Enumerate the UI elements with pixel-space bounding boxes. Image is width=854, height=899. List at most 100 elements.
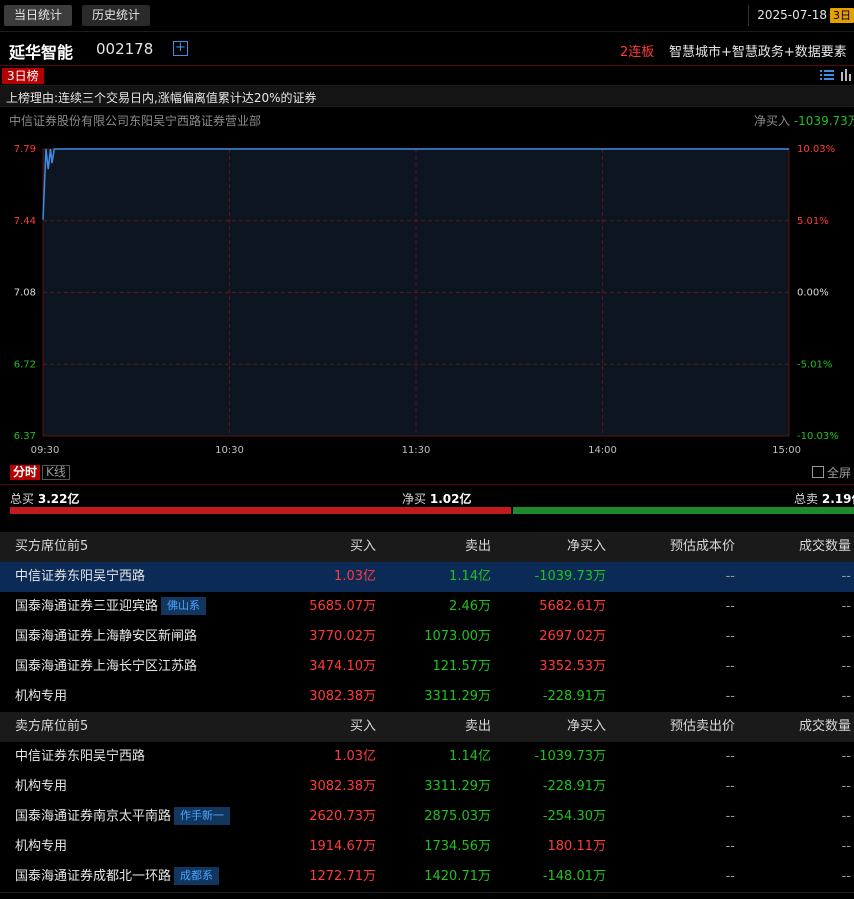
buy-ratio-bar bbox=[10, 507, 512, 514]
sell-amount: 121.57万 bbox=[432, 659, 492, 674]
seat-name[interactable]: 国泰海通证券成都北一环路 成都系 bbox=[15, 862, 220, 892]
net-amount: 2697.02万 bbox=[539, 629, 606, 644]
sell-amount: 2.46万 bbox=[449, 599, 491, 614]
seat-name[interactable]: 机构专用 bbox=[15, 832, 67, 862]
total-sell-value: 2.19亿 bbox=[821, 492, 854, 506]
col-est-cost[interactable]: 预估成本价 bbox=[670, 532, 735, 562]
broker-net-buy: 净买入 -1039.73万 bbox=[754, 112, 854, 129]
table-row[interactable]: 国泰海通证券成都北一环路 成都系 1272.71万 1420.71万 -148.01万 -… bbox=[0, 862, 854, 892]
seat-name[interactable]: 中信证券东阳吴宁西路 bbox=[15, 562, 145, 592]
broker-row: 中信证券股份有限公司东阳吴宁西路证券营业部 净买入 -1039.73万 bbox=[0, 108, 854, 130]
volume: -- bbox=[841, 839, 851, 854]
stock-header: 延华智能 002178 + 2连板 智慧城市+智慧政务+数据要素 bbox=[0, 32, 854, 66]
seat-name[interactable]: 国泰海通证券南京太平南路 作手新一 bbox=[15, 802, 231, 832]
buy-amount: 1.03亿 bbox=[334, 749, 376, 764]
total-sell-label: 总卖 bbox=[794, 492, 819, 506]
volume: -- bbox=[841, 809, 851, 824]
table-row[interactable]: 国泰海通证券上海长宁区江苏路 3474.10万 121.57万 3352.53万 -- -… bbox=[0, 652, 854, 682]
date-selector[interactable]: 2025-07-18 3日 bbox=[748, 5, 854, 26]
table-row[interactable]: 中信证券东阳吴宁西路 1.03亿 1.14亿 -1039.73万 -- -- bbox=[0, 742, 854, 772]
seat-group-tag[interactable]: 作手新一 bbox=[174, 807, 231, 825]
est-price: -- bbox=[725, 869, 735, 884]
volume: -- bbox=[841, 779, 851, 794]
buy-amount: 3474.10万 bbox=[309, 659, 376, 674]
tab-today-stats[interactable]: 当日统计 bbox=[4, 5, 73, 26]
table-row[interactable]: 国泰海通证券南京太平南路 作手新一 2620.73万 2875.03万 -254.30万… bbox=[0, 802, 854, 832]
col-buy-seats: 买方席位前5 bbox=[15, 539, 89, 554]
total-buy: 总买 3.22亿 bbox=[10, 490, 79, 507]
listing-reason-row: 上榜理由:连续三个交易日内,涨幅偏离值累计达20%的证券 bbox=[0, 86, 854, 107]
total-net: 净买 1.02亿 bbox=[402, 490, 471, 507]
col-sell[interactable]: 卖出 bbox=[465, 532, 491, 562]
col-buy[interactable]: 买入 bbox=[350, 712, 376, 742]
table-row[interactable]: 机构专用 3082.38万 3311.29万 -228.91万 -- -- bbox=[0, 772, 854, 802]
seat-name[interactable]: 机构专用 bbox=[15, 772, 67, 802]
seat-name[interactable]: 国泰海通证券上海静安区新闸路 bbox=[15, 622, 197, 652]
buy-amount: 1914.67万 bbox=[309, 839, 376, 854]
date-value: 2025-07-18 bbox=[757, 8, 827, 22]
fullscreen-button[interactable]: 全屏 bbox=[812, 464, 851, 481]
buy-amount: 1.03亿 bbox=[334, 569, 376, 584]
seat-group-tag[interactable]: 佛山系 bbox=[161, 597, 207, 615]
buy-amount: 2620.73万 bbox=[309, 809, 376, 824]
col-est-sell-price[interactable]: 预估卖出价 bbox=[670, 712, 735, 742]
y-right-tick: 0.00% bbox=[797, 288, 829, 299]
seat-name[interactable]: 机构专用 bbox=[15, 682, 67, 712]
add-watchlist-icon[interactable]: + bbox=[173, 41, 188, 56]
volume: -- bbox=[841, 869, 851, 884]
est-price: -- bbox=[725, 779, 735, 794]
three-day-list-tag[interactable]: 3日榜 bbox=[2, 68, 44, 84]
table-row[interactable]: 机构专用 3082.38万 3311.29万 -228.91万 -- -- bbox=[0, 682, 854, 712]
table-row[interactable]: 中信证券东阳吴宁西路 1.03亿 1.14亿 -1039.73万 -- -- bbox=[0, 562, 854, 592]
col-buy[interactable]: 买入 bbox=[350, 532, 376, 562]
stock-name[interactable]: 延华智能 bbox=[9, 39, 73, 63]
seat-name[interactable]: 国泰海通证券上海长宁区江苏路 bbox=[15, 652, 197, 682]
tab-kline[interactable]: K线 bbox=[42, 465, 70, 480]
sell-amount: 1073.00万 bbox=[424, 629, 491, 644]
date-range-badge[interactable]: 3日 bbox=[830, 8, 854, 23]
seat-name-text: 国泰海通证券上海长宁区江苏路 bbox=[15, 659, 198, 674]
sell-amount: 1.14亿 bbox=[449, 749, 491, 764]
est-price: -- bbox=[725, 839, 735, 854]
est-price: -- bbox=[725, 569, 735, 584]
y-axis-left: 7.79 7.44 7.08 6.72 6.37 bbox=[14, 144, 36, 442]
col-net-buy[interactable]: 净买入 bbox=[567, 532, 606, 562]
seat-name[interactable]: 国泰海通证券三亚迎宾路 佛山系 bbox=[15, 592, 207, 622]
volume: -- bbox=[841, 569, 851, 584]
total-net-value: 1.02亿 bbox=[429, 492, 472, 506]
col-volume[interactable]: 成交数量 bbox=[799, 712, 851, 742]
list-view-icon[interactable] bbox=[820, 69, 834, 81]
tab-intraday[interactable]: 分时 bbox=[10, 465, 41, 480]
intraday-chart[interactable]: 7.79 7.44 7.08 6.72 6.37 10.03% 5.01% 0.00% -5.… bbox=[0, 138, 854, 460]
table-row[interactable]: 机构专用 1914.67万 1734.56万 180.11万 -- -- bbox=[0, 832, 854, 862]
seat-name-text: 国泰海通证券三亚迎宾路 bbox=[15, 599, 159, 614]
net-amount: -254.30万 bbox=[542, 809, 606, 824]
seat-name-text: 国泰海通证券上海静安区新闸路 bbox=[15, 629, 198, 644]
x-tick: 11:30 bbox=[402, 445, 431, 456]
sell-amount: 1420.71万 bbox=[424, 869, 491, 884]
seat-group-tag[interactable]: 成都系 bbox=[174, 867, 220, 885]
seat-name[interactable]: 中信证券东阳吴宁西路 bbox=[15, 742, 145, 772]
col-sell[interactable]: 卖出 bbox=[465, 712, 491, 742]
table-row[interactable]: 国泰海通证券三亚迎宾路 佛山系 5685.07万 2.46万 5682.61万 -- -- bbox=[0, 592, 854, 622]
y-right-tick: -10.03% bbox=[797, 431, 839, 442]
buy-table-header: 买方席位前5 买入 卖出 净买入 预估成本价 成交数量 bbox=[0, 532, 854, 562]
table-row[interactable]: 国泰海通证券上海静安区新闸路 3770.02万 1073.00万 2697.02万 --… bbox=[0, 622, 854, 652]
concept-tags[interactable]: 智慧城市+智慧政务+数据要素 bbox=[669, 41, 847, 60]
y-right-tick: -5.01% bbox=[797, 359, 832, 370]
net-amount: -228.91万 bbox=[542, 779, 606, 794]
seat-name-text: 机构专用 bbox=[15, 689, 68, 704]
total-net-label: 净买 bbox=[402, 492, 427, 506]
net-amount: 180.11万 bbox=[547, 839, 607, 854]
net-buy-value: -1039.73万 bbox=[793, 114, 854, 128]
buy-amount: 3082.38万 bbox=[309, 689, 376, 704]
chart-view-icon[interactable] bbox=[840, 69, 852, 81]
broker-name: 中信证券股份有限公司东阳吴宁西路证券营业部 bbox=[9, 114, 262, 128]
tab-history-stats[interactable]: 历史统计 bbox=[82, 5, 151, 26]
sell-ratio-bar bbox=[513, 507, 854, 514]
x-tick: 14:00 bbox=[588, 445, 617, 456]
y-left-tick: 7.08 bbox=[14, 288, 36, 299]
seat-name-text: 中信证券东阳吴宁西路 bbox=[15, 749, 146, 764]
col-net-buy[interactable]: 净买入 bbox=[567, 712, 606, 742]
col-volume[interactable]: 成交数量 bbox=[799, 532, 851, 562]
